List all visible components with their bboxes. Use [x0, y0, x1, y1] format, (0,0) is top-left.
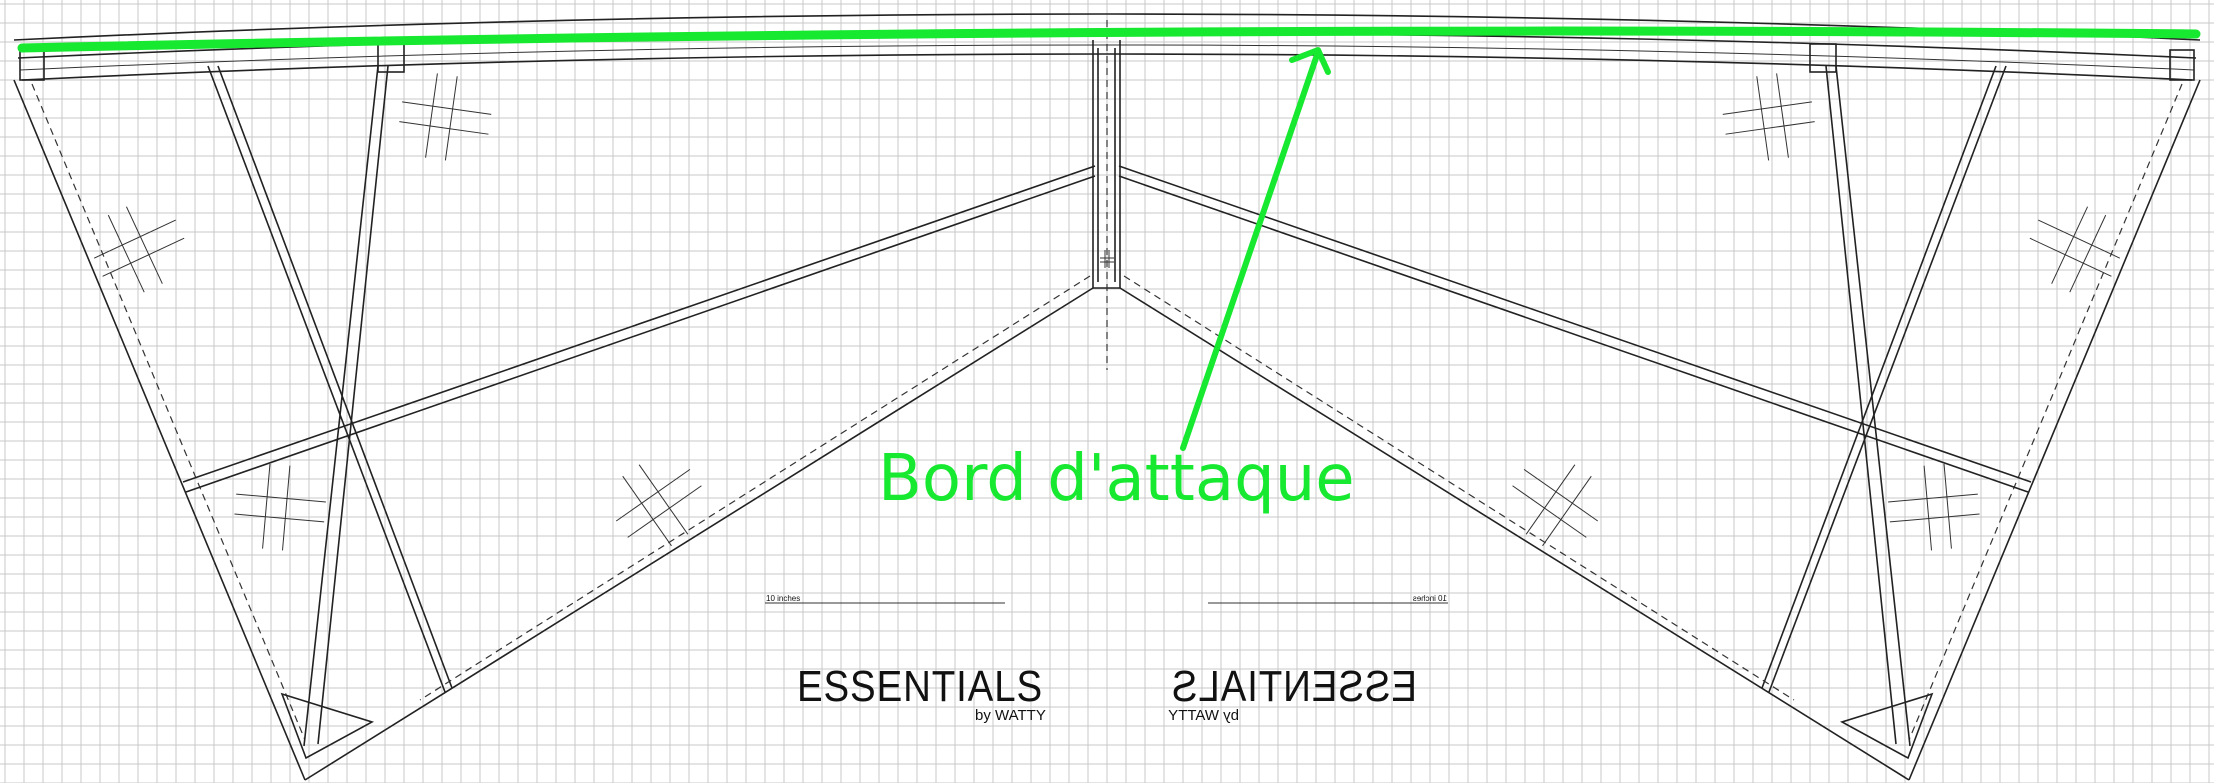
scale-bar-label: 10 inches	[766, 594, 800, 603]
kite-plan-drawing: 10 inches 10 inches ESSENTIALS by WATTY …	[0, 0, 2214, 783]
leading-edge-annotation: Bord d'attaque	[17, 26, 2201, 516]
annotation-label: Bord d'attaque	[878, 442, 1355, 516]
scale-bar-label-mirrored: 10 inches	[1413, 594, 1447, 603]
brand-logo-mirrored: ESSENTIALS by WATTY	[1168, 662, 1417, 724]
scale-bar-left: 10 inches	[765, 594, 1005, 604]
logo-sub-text-mirrored: by WATTY	[1168, 707, 1239, 724]
logo-text: ESSENTIALS	[797, 662, 1043, 711]
brand-logo: ESSENTIALS by WATTY	[797, 662, 1046, 724]
logo-sub-text: by WATTY	[975, 707, 1046, 724]
scale-bar-right: 10 inches	[1208, 594, 1448, 604]
logo-text-mirrored: ESSENTIALS	[1171, 662, 1417, 711]
annotation-arrow	[1180, 49, 1321, 451]
